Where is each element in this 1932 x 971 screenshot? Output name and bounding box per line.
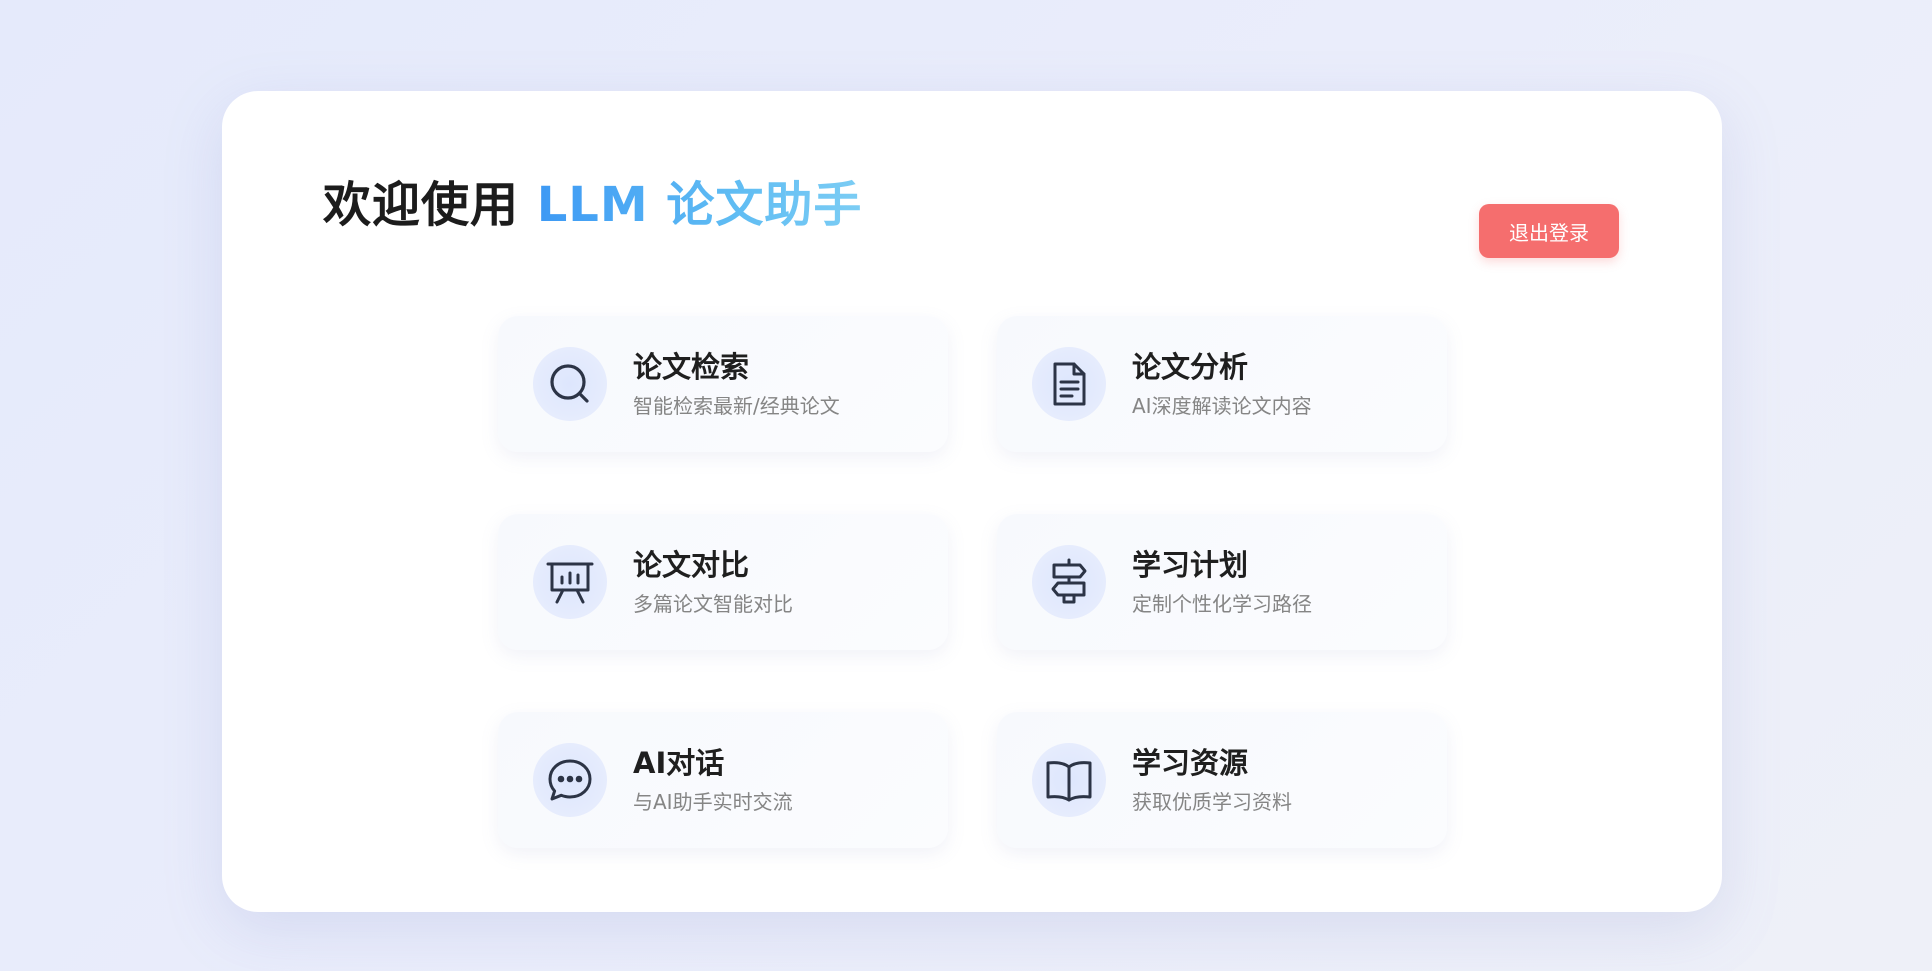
feature-description: AI深度解读论文内容 [1132, 394, 1312, 418]
page-title: 欢迎使用 LLM 论文助手 [323, 169, 862, 241]
feature-card-text: AI对话 与AI助手实时交流 [633, 744, 793, 816]
feature-title: AI对话 [633, 746, 725, 780]
presentation-chart-icon [533, 545, 607, 619]
feature-card-ai-chat[interactable]: AI对话 与AI助手实时交流 [498, 712, 948, 848]
search-icon [533, 347, 607, 421]
feature-card-text: 学习计划 定制个性化学习路径 [1132, 546, 1312, 618]
feature-grid: 论文检索 智能检索最新/经典论文 论文分析 AI深度解读论文内容 论文对比 多篇… [498, 316, 1448, 848]
feature-description: 获取优质学习资料 [1132, 790, 1292, 814]
chat-bubble-icon [533, 743, 607, 817]
page-title-accent: LLM 论文助手 [536, 177, 863, 233]
feature-card-text: 学习资源 获取优质学习资料 [1132, 744, 1292, 816]
page-title-prefix: 欢迎使用 [323, 177, 537, 233]
feature-title: 论文对比 [633, 548, 750, 582]
main-panel: 欢迎使用 LLM 论文助手 退出登录 论文检索 智能检索最新/经典论文 论文分析… [222, 91, 1722, 912]
logout-button[interactable]: 退出登录 [1479, 204, 1619, 258]
document-icon [1032, 347, 1106, 421]
feature-card-paper-compare[interactable]: 论文对比 多篇论文智能对比 [498, 514, 948, 650]
feature-card-text: 论文检索 智能检索最新/经典论文 [633, 348, 840, 420]
feature-card-text: 论文分析 AI深度解读论文内容 [1132, 348, 1312, 420]
feature-description: 智能检索最新/经典论文 [633, 394, 840, 418]
feature-description: 与AI助手实时交流 [633, 790, 793, 814]
feature-card-study-plan[interactable]: 学习计划 定制个性化学习路径 [997, 514, 1447, 650]
signpost-icon [1032, 545, 1106, 619]
feature-description: 多篇论文智能对比 [633, 592, 793, 616]
feature-card-paper-search[interactable]: 论文检索 智能检索最新/经典论文 [498, 316, 948, 452]
feature-title: 学习资源 [1132, 746, 1249, 780]
feature-card-study-resources[interactable]: 学习资源 获取优质学习资料 [997, 712, 1447, 848]
feature-title: 论文检索 [633, 350, 750, 384]
feature-title: 学习计划 [1132, 548, 1249, 582]
feature-card-text: 论文对比 多篇论文智能对比 [633, 546, 793, 618]
feature-card-paper-analysis[interactable]: 论文分析 AI深度解读论文内容 [997, 316, 1447, 452]
feature-title: 论文分析 [1132, 350, 1249, 384]
feature-description: 定制个性化学习路径 [1132, 592, 1312, 616]
open-book-icon [1032, 743, 1106, 817]
